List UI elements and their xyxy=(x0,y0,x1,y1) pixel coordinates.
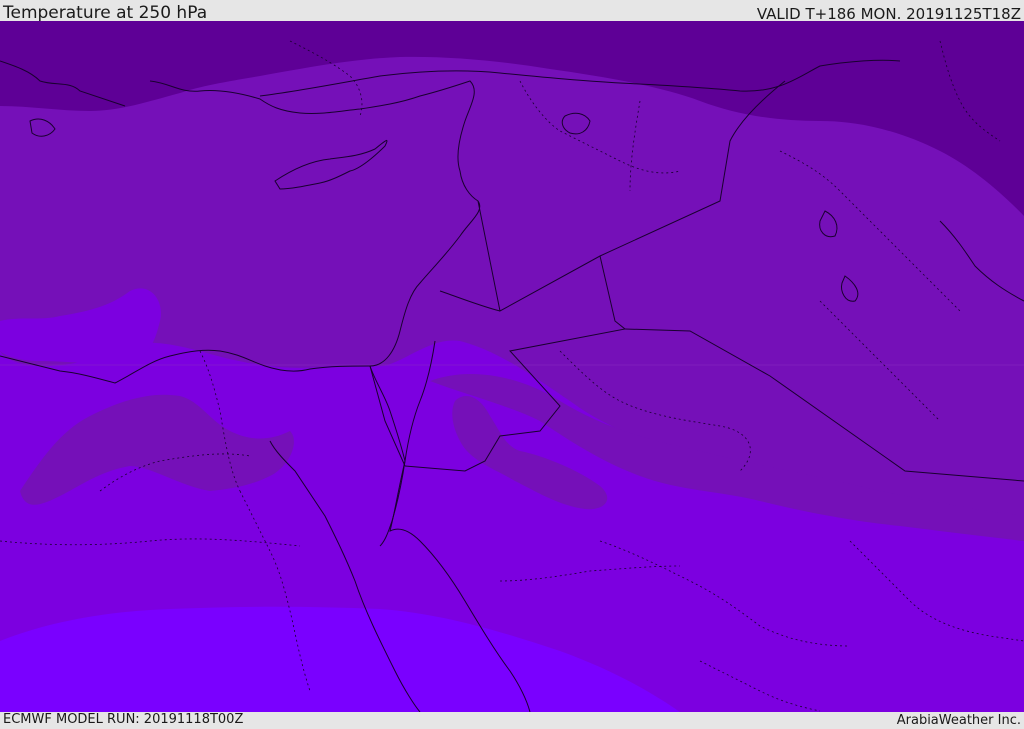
footer-bar: ECMWF MODEL RUN: 20191118T00Z ArabiaWeat… xyxy=(0,712,1024,729)
credit-label: ArabiaWeather Inc. xyxy=(896,713,1021,728)
map-viewer: Temperature at 250 hPa VALID T+186 MON. … xyxy=(0,0,1024,729)
weather-map[interactable] xyxy=(0,21,1024,712)
model-run-label: ECMWF MODEL RUN: 20191118T00Z xyxy=(3,712,244,727)
map-title: Temperature at 250 hPa xyxy=(3,3,208,23)
header-bar: Temperature at 250 hPa VALID T+186 MON. … xyxy=(0,0,1024,23)
map-canvas xyxy=(0,21,1024,712)
